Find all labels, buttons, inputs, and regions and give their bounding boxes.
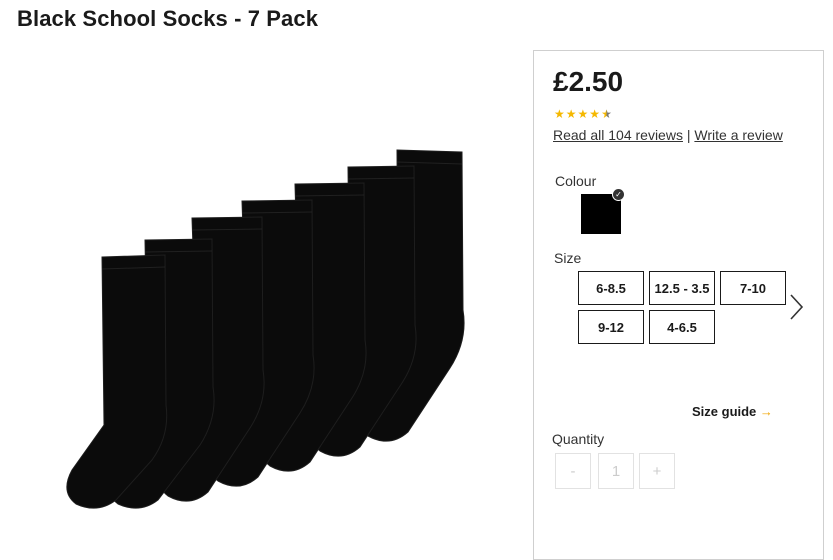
colour-label: Colour xyxy=(555,173,597,189)
quantity-label: Quantity xyxy=(552,431,605,447)
quantity-decrement-button[interactable]: - xyxy=(555,453,591,489)
star-icon: ★ xyxy=(589,107,601,121)
reviews-line: Read all 104 reviews | Write a review xyxy=(553,127,783,143)
size-option[interactable]: 12.5 - 3.5 xyxy=(649,271,715,305)
quantity-input[interactable]: 1 xyxy=(598,453,634,489)
star-icon: ★ xyxy=(554,107,565,121)
star-icon: ★ xyxy=(577,107,589,121)
chevron-right-icon[interactable] xyxy=(788,292,806,322)
size-option[interactable]: 6-8.5 xyxy=(578,271,644,305)
write-review-link[interactable]: Write a review xyxy=(694,127,782,143)
arrow-right-icon: → xyxy=(759,404,773,419)
size-guide-label: Size guide xyxy=(692,404,757,419)
socks-illustration xyxy=(66,149,465,509)
product-image xyxy=(30,140,490,520)
rating-stars: ★ ★ ★ ★ ★ xyxy=(554,108,612,120)
star-icon: ★ xyxy=(565,107,577,121)
size-label: Size xyxy=(554,250,582,266)
product-price: £2.50 xyxy=(553,66,624,97)
size-option[interactable]: 4-6.5 xyxy=(649,310,715,344)
half-star-icon: ★ xyxy=(601,107,612,121)
check-icon: ✓ xyxy=(612,188,625,201)
read-reviews-link[interactable]: Read all 104 reviews xyxy=(553,127,683,143)
reviews-separator: | xyxy=(686,127,691,143)
quantity-increment-button[interactable]: + xyxy=(639,453,675,489)
size-option[interactable]: 9-12 xyxy=(578,310,644,344)
product-title: Black School Socks - 7 Pack xyxy=(17,6,319,31)
size-option[interactable]: 7-10 xyxy=(720,271,786,305)
size-guide-link[interactable]: Size guide → xyxy=(692,404,773,419)
